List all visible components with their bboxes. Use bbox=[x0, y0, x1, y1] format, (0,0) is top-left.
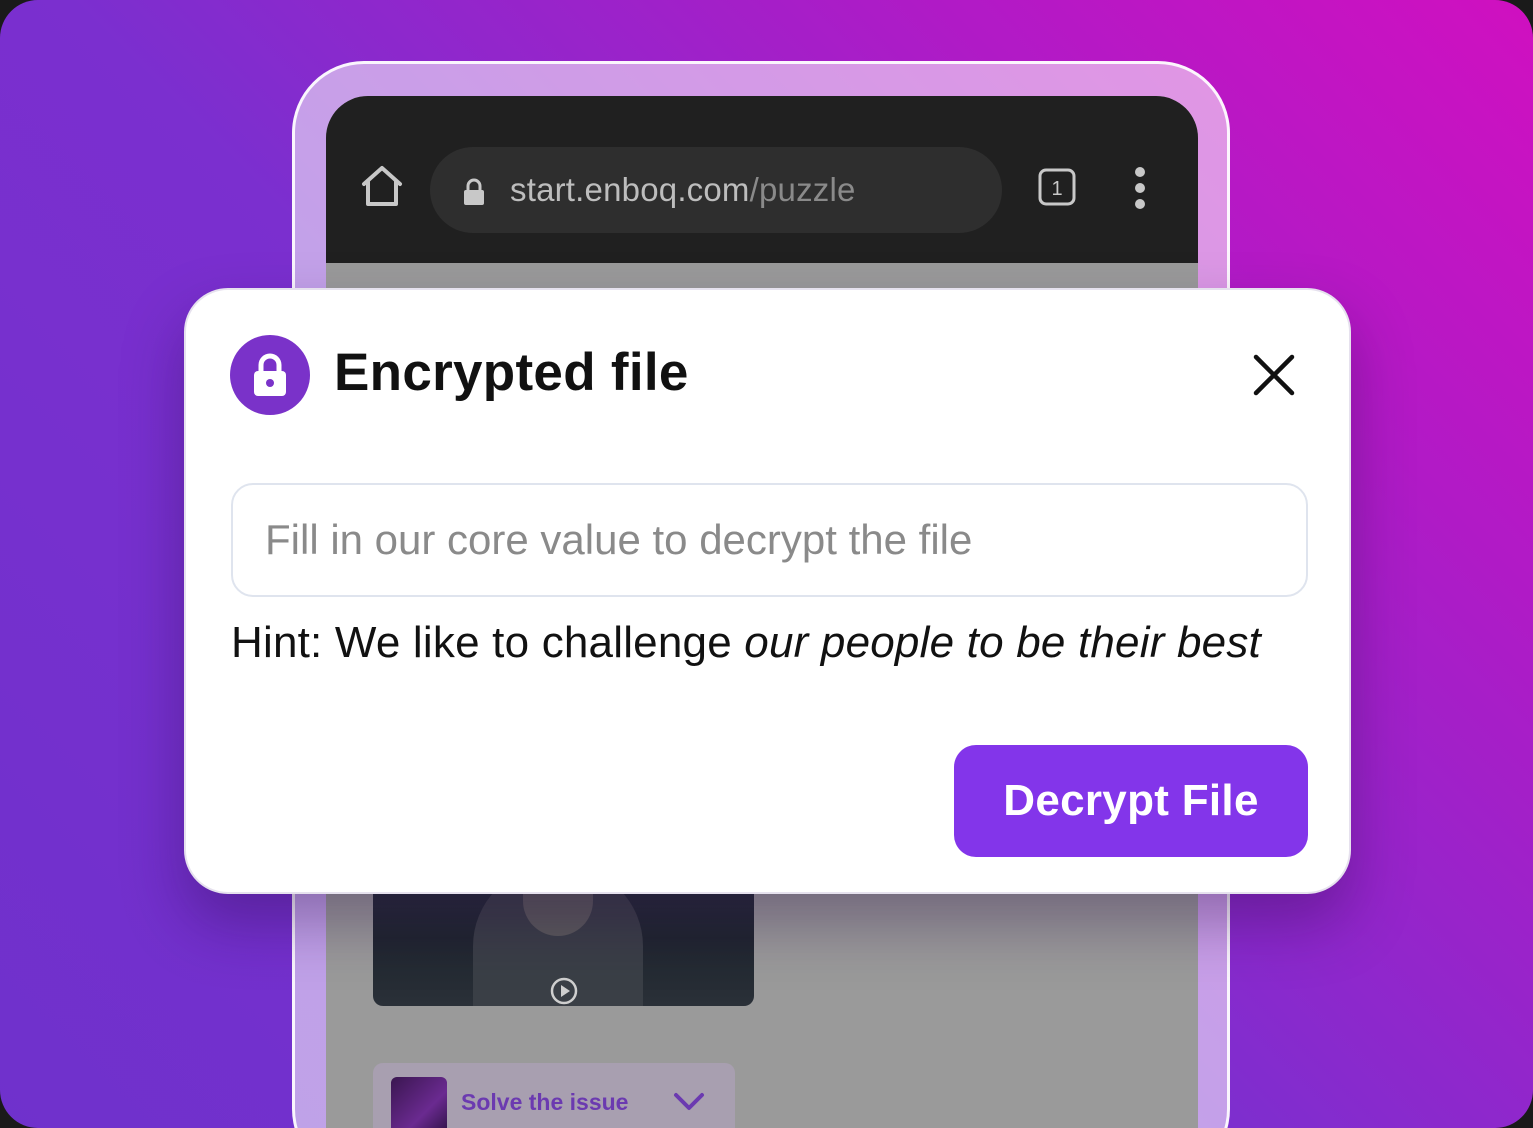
lock-icon bbox=[464, 178, 484, 205]
solve-thumbnail bbox=[391, 1077, 447, 1128]
background: start.enboq.com/puzzle 1 Solve the issue… bbox=[0, 0, 1533, 1128]
encrypted-file-dialog: Encrypted file Hint: We like to challeng… bbox=[184, 288, 1351, 894]
close-icon[interactable] bbox=[1252, 353, 1296, 397]
dialog-title: Encrypted file bbox=[334, 343, 689, 402]
home-icon[interactable] bbox=[358, 162, 406, 210]
solve-label: Solve the issue bbox=[461, 1089, 629, 1115]
hint-prefix: Hint: We like to challenge bbox=[231, 618, 745, 667]
core-value-input[interactable] bbox=[231, 483, 1308, 597]
chevron-down-icon[interactable] bbox=[673, 1091, 705, 1113]
browser-toolbar: start.enboq.com/puzzle 1 bbox=[326, 96, 1198, 263]
lock-icon bbox=[254, 353, 286, 396]
hint-text: Hint: We like to challenge our people to… bbox=[231, 618, 1261, 668]
address-bar[interactable]: start.enboq.com/puzzle bbox=[430, 147, 1002, 233]
solve-issue-item[interactable]: Solve the issue bbox=[373, 1063, 735, 1128]
url-host: start.enboq.com bbox=[510, 171, 750, 208]
lock-badge bbox=[230, 335, 310, 415]
tabs-icon: 1 bbox=[1038, 168, 1076, 206]
tabs-button[interactable]: 1 bbox=[1038, 168, 1076, 206]
url-path: /puzzle bbox=[749, 171, 856, 208]
tab-count: 1 bbox=[1051, 178, 1062, 200]
play-circle-icon bbox=[550, 977, 578, 1005]
url-text: start.enboq.com/puzzle bbox=[510, 171, 856, 209]
decrypt-file-button[interactable]: Decrypt File bbox=[954, 745, 1308, 857]
more-vert-icon[interactable] bbox=[1126, 166, 1154, 210]
hint-italic: our people to be their best bbox=[744, 618, 1261, 667]
